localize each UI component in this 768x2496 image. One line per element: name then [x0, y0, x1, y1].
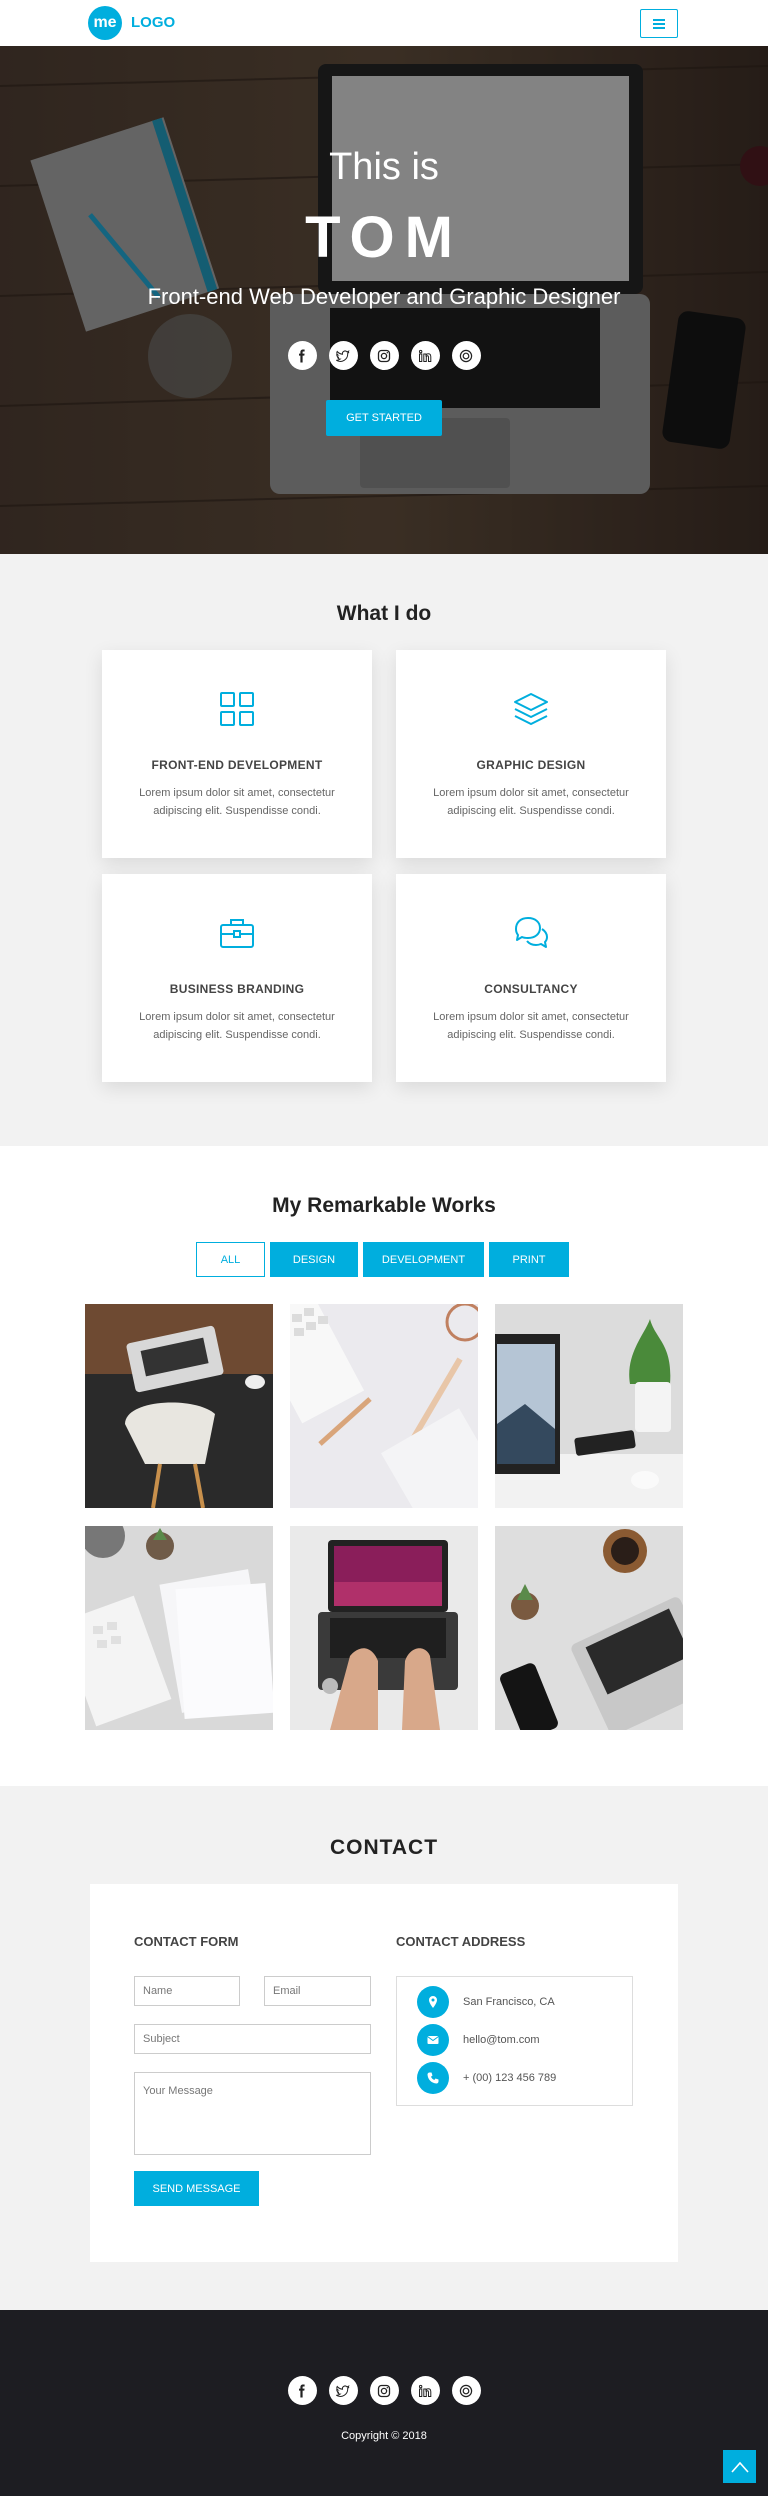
envelope-icon — [417, 2024, 449, 2056]
hero-title-name: TOM — [305, 205, 463, 270]
back-to-top-button[interactable] — [723, 2450, 756, 2483]
linkedin-icon[interactable] — [410, 341, 440, 370]
linkedin-icon[interactable] — [410, 2376, 440, 2405]
map-pin-icon — [417, 1986, 449, 2018]
service-card-title: CONSULTANCY — [484, 982, 578, 996]
portfolio-image — [290, 1526, 478, 1730]
service-card: CONSULTANCY Lorem ipsum dolor sit amet, … — [396, 874, 666, 1082]
navbar: me LOGO — [0, 0, 768, 46]
instagram-icon[interactable] — [369, 2376, 399, 2405]
portfolio-filters: ALL DESIGN DEVELOPMENT PRINT — [196, 1242, 569, 1277]
service-card-title: GRAPHIC DESIGN — [476, 758, 586, 772]
contact-section: CONTACT CONTACT FORM Name Email Subject … — [0, 1786, 768, 2310]
dribbble-icon[interactable] — [451, 341, 481, 370]
logo-mark[interactable]: me — [88, 6, 122, 40]
portfolio-item[interactable] — [85, 1304, 273, 1508]
instagram-icon[interactable] — [369, 341, 399, 370]
portfolio-image — [85, 1526, 273, 1730]
contact-address-box: San Francisco, CA hello@tom.com + (00) 1… — [396, 1976, 633, 2106]
grid-icon — [220, 692, 254, 726]
menu-toggle-button[interactable] — [640, 9, 678, 38]
name-field[interactable]: Name — [134, 1976, 240, 2006]
twitter-icon[interactable] — [328, 341, 358, 370]
filter-development[interactable]: DEVELOPMENT — [363, 1242, 484, 1277]
get-started-button[interactable]: GET STARTED — [326, 400, 442, 436]
service-card-text: Lorem ipsum dolor sit amet, consectetur … — [433, 787, 629, 817]
footer-social-links — [0, 2376, 768, 2405]
filter-all[interactable]: ALL — [196, 1242, 265, 1277]
message-textarea[interactable]: Your Message — [134, 2072, 371, 2155]
copyright-text: Copyright © 2018 — [341, 2430, 427, 2442]
filter-design[interactable]: DESIGN — [270, 1242, 358, 1277]
contact-form-title: CONTACT FORM — [134, 1934, 239, 1949]
portfolio-title: My Remarkable Works — [272, 1194, 496, 1217]
service-card-text: Lorem ipsum dolor sit amet, consectetur … — [139, 787, 335, 817]
send-message-button[interactable]: SEND MESSAGE — [134, 2171, 259, 2206]
portfolio-image — [290, 1304, 478, 1508]
phone-text[interactable]: + (00) 123 456 789 — [463, 2072, 556, 2084]
twitter-icon[interactable] — [328, 2376, 358, 2405]
hamburger-menu-icon — [653, 19, 665, 21]
service-card: FRONT-END DEVELOPMENT Lorem ipsum dolor … — [102, 650, 372, 858]
subject-field[interactable]: Subject — [134, 2024, 371, 2054]
portfolio-item[interactable] — [85, 1526, 273, 1730]
service-card-text: Lorem ipsum dolor sit amet, consectetur … — [433, 1011, 629, 1041]
chat-bubbles-icon — [515, 917, 548, 948]
facebook-icon[interactable] — [287, 2376, 317, 2405]
phone-row: + (00) 123 456 789 — [417, 2062, 556, 2094]
contact-box: CONTACT FORM Name Email Subject Your Mes… — [90, 1884, 678, 2262]
service-card: BUSINESS BRANDING Lorem ipsum dolor sit … — [102, 874, 372, 1082]
layers-icon — [514, 693, 548, 725]
portfolio-image — [495, 1304, 683, 1508]
filter-print[interactable]: PRINT — [489, 1242, 569, 1277]
portfolio-image — [85, 1304, 273, 1508]
hero-section: This is TOM Front-end Web Developer and … — [0, 46, 768, 554]
hero-title-intro: This is — [329, 146, 439, 188]
services-title: What I do — [336, 602, 432, 625]
logo-text[interactable]: LOGO — [131, 14, 175, 31]
service-card-text: Lorem ipsum dolor sit amet, consectetur … — [139, 1011, 335, 1041]
portfolio-item[interactable] — [495, 1526, 683, 1730]
portfolio-item[interactable] — [290, 1304, 478, 1508]
email-text[interactable]: hello@tom.com — [463, 2034, 540, 2046]
hero-social-links — [0, 341, 768, 370]
contact-address-title: CONTACT ADDRESS — [396, 1934, 526, 1949]
dribbble-icon[interactable] — [451, 2376, 481, 2405]
address-row: San Francisco, CA — [417, 1986, 555, 2018]
service-card-title: BUSINESS BRANDING — [169, 982, 305, 996]
portfolio-image — [495, 1526, 683, 1730]
service-card: GRAPHIC DESIGN Lorem ipsum dolor sit ame… — [396, 650, 666, 858]
services-section: What I do FRONT-END DEVELOPMENT Lorem ip… — [0, 554, 768, 1146]
service-card-title: FRONT-END DEVELOPMENT — [151, 758, 323, 772]
contact-title: CONTACT — [329, 1836, 439, 1859]
portfolio-item[interactable] — [290, 1526, 478, 1730]
email-field[interactable]: Email — [264, 1976, 371, 2006]
hero-subtitle: Front-end Web Developer and Graphic Desi… — [147, 284, 621, 309]
address-text: San Francisco, CA — [463, 1996, 555, 2008]
facebook-icon[interactable] — [287, 341, 317, 370]
portfolio-section: My Remarkable Works ALL DESIGN DEVELOPME… — [0, 1146, 768, 1786]
phone-icon — [417, 2062, 449, 2094]
footer: Copyright © 2018 — [0, 2310, 768, 2496]
chevron-up-icon — [730, 2461, 749, 2473]
briefcase-icon — [220, 919, 254, 948]
email-row: hello@tom.com — [417, 2024, 540, 2056]
portfolio-item[interactable] — [495, 1304, 683, 1508]
